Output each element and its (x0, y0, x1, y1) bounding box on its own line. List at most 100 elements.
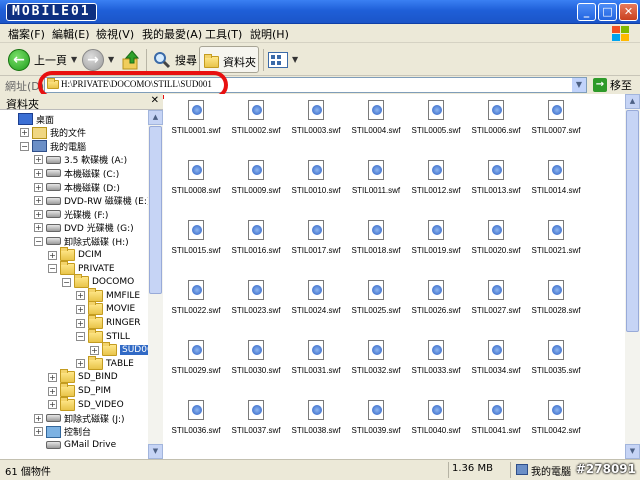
collapse-icon[interactable]: − (62, 277, 71, 287)
tree-node[interactable]: + 卸除式磁碟 (J:) (34, 411, 125, 425)
tree-node[interactable]: + SUD001 (90, 342, 148, 357)
file-item[interactable]: STIL0025.swf (346, 278, 406, 334)
file-item[interactable]: STIL0007.swf (526, 98, 586, 154)
expand-icon[interactable]: + (34, 427, 43, 437)
file-item[interactable]: STIL0033.swf (406, 338, 466, 394)
expand-icon[interactable]: + (48, 250, 57, 260)
collapse-icon[interactable]: − (48, 264, 57, 274)
file-item[interactable]: STIL0018.swf (346, 218, 406, 274)
expand-icon[interactable]: + (76, 291, 85, 301)
expand-icon[interactable]: + (34, 168, 43, 178)
file-item[interactable]: STIL0027.swf (466, 278, 526, 334)
file-item[interactable]: STIL0020.swf (466, 218, 526, 274)
expand-icon[interactable]: + (20, 128, 29, 138)
menu-view[interactable]: 檢視(V) (96, 26, 134, 42)
file-item[interactable]: STIL0012.swf (406, 158, 466, 214)
file-item[interactable]: STIL0013.swf (466, 158, 526, 214)
chevron-down-icon[interactable]: ▼ (572, 78, 586, 92)
file-item[interactable]: STIL0009.swf (226, 158, 286, 214)
expand-icon[interactable]: + (76, 359, 85, 369)
file-item[interactable]: STIL0015.swf (166, 218, 226, 274)
collapse-icon[interactable]: − (20, 141, 29, 151)
expand-icon[interactable]: + (76, 318, 85, 328)
scroll-down-icon[interactable]: ▼ (625, 444, 640, 459)
expand-icon[interactable]: + (76, 304, 85, 314)
file-item[interactable]: STIL0032.swf (346, 338, 406, 394)
folder-tree-scrollbar[interactable]: ▲ ▼ (148, 110, 163, 459)
file-item[interactable]: STIL0017.swf (286, 218, 346, 274)
file-item[interactable]: STIL0010.swf (286, 158, 346, 214)
expand-icon[interactable]: + (48, 386, 57, 396)
collapse-icon[interactable]: − (34, 236, 43, 246)
file-item[interactable]: STIL0031.swf (286, 338, 346, 394)
menu-tools[interactable]: 工具(T) (205, 26, 242, 42)
file-item[interactable]: STIL0022.swf (166, 278, 226, 334)
tree-node[interactable]: + MOVIE (76, 301, 135, 316)
tree-node[interactable]: + 我的文件 (20, 126, 86, 140)
file-item[interactable]: STIL0003.swf (286, 98, 346, 154)
tree-node[interactable]: − 卸除式磁碟 (H:) (34, 234, 129, 248)
go-button[interactable]: → 移至 (593, 77, 632, 93)
tree-node[interactable]: + TABLE (76, 355, 134, 371)
file-item[interactable]: STIL0024.swf (286, 278, 346, 334)
expand-icon[interactable]: + (48, 400, 57, 410)
file-item[interactable]: STIL0011.swf (346, 158, 406, 214)
menu-edit[interactable]: 編輯(E) (52, 26, 90, 42)
expand-icon[interactable]: + (34, 155, 43, 165)
file-item[interactable]: STIL0004.swf (346, 98, 406, 154)
scroll-thumb[interactable] (626, 110, 639, 332)
tree-node[interactable]: + DCIM (48, 247, 102, 262)
file-item[interactable]: STIL0023.swf (226, 278, 286, 334)
file-item[interactable]: STIL0039.swf (346, 398, 406, 454)
collapse-icon[interactable]: − (76, 332, 85, 342)
tree-node[interactable]: + RINGER (76, 315, 141, 330)
tree-node[interactable]: + 本機磁碟 (D:) (34, 180, 120, 194)
up-folder-button[interactable] (122, 47, 140, 72)
tree-node[interactable]: + MMFILE (76, 287, 140, 303)
tree-node[interactable]: + SD_BIND (48, 369, 118, 384)
tree-node[interactable]: + DVD-RW 磁碟機 (E:) (34, 194, 148, 208)
tree-node[interactable]: + SD_PIM (48, 383, 111, 398)
file-item[interactable]: STIL0036.swf (166, 398, 226, 454)
file-item[interactable]: STIL0037.swf (226, 398, 286, 454)
expand-icon[interactable]: + (34, 223, 43, 233)
file-item[interactable]: STIL0014.swf (526, 158, 586, 214)
scroll-down-icon[interactable]: ▼ (148, 444, 163, 459)
tree-node[interactable]: + SD_VIDEO (48, 396, 124, 412)
file-item[interactable]: STIL0040.swf (406, 398, 466, 454)
scroll-thumb[interactable] (149, 126, 162, 294)
scroll-up-icon[interactable]: ▲ (148, 110, 163, 125)
forward-button[interactable]: → ▼ (82, 47, 114, 72)
file-list-scrollbar[interactable]: ▲ ▼ (625, 94, 640, 459)
search-button[interactable]: 搜尋 (153, 47, 197, 72)
file-item[interactable]: STIL0034.swf (466, 338, 526, 394)
file-item[interactable]: STIL0005.swf (406, 98, 466, 154)
expand-icon[interactable]: + (90, 345, 99, 355)
file-item[interactable]: STIL0008.swf (166, 158, 226, 214)
back-button[interactable]: ← 上一頁 ▼ (8, 47, 77, 72)
expand-icon[interactable]: + (34, 209, 43, 219)
tree-node[interactable]: − 我的電腦 (20, 139, 86, 153)
file-item[interactable]: STIL0002.swf (226, 98, 286, 154)
close-icon[interactable]: ✕ (151, 95, 159, 106)
file-item[interactable]: STIL0030.swf (226, 338, 286, 394)
file-item[interactable]: STIL0035.swf (526, 338, 586, 394)
file-item[interactable]: STIL0019.swf (406, 218, 466, 274)
tree-node[interactable]: + 控制台 (34, 425, 91, 439)
menu-file[interactable]: 檔案(F) (8, 26, 45, 42)
file-item[interactable]: STIL0028.swf (526, 278, 586, 334)
menu-favorites[interactable]: 我的最愛(A) (142, 26, 202, 42)
tree-node[interactable]: 桌面 (6, 112, 54, 126)
menu-help[interactable]: 說明(H) (250, 26, 289, 42)
file-item[interactable]: STIL0038.swf (286, 398, 346, 454)
file-item[interactable]: STIL0006.swf (466, 98, 526, 154)
file-item[interactable]: STIL0042.swf (526, 398, 586, 454)
file-item[interactable]: STIL0021.swf (526, 218, 586, 274)
close-button[interactable]: ✕ (619, 3, 638, 21)
tree-node[interactable]: − DOCOMO (62, 274, 134, 289)
maximize-button[interactable]: □ (598, 3, 617, 21)
expand-icon[interactable]: + (34, 196, 43, 206)
tree-node[interactable]: +3.5 軟碟機 (A:) (34, 153, 127, 167)
tree-node[interactable]: GMail Drive (34, 438, 116, 452)
views-button[interactable]: ▼ (268, 47, 298, 72)
